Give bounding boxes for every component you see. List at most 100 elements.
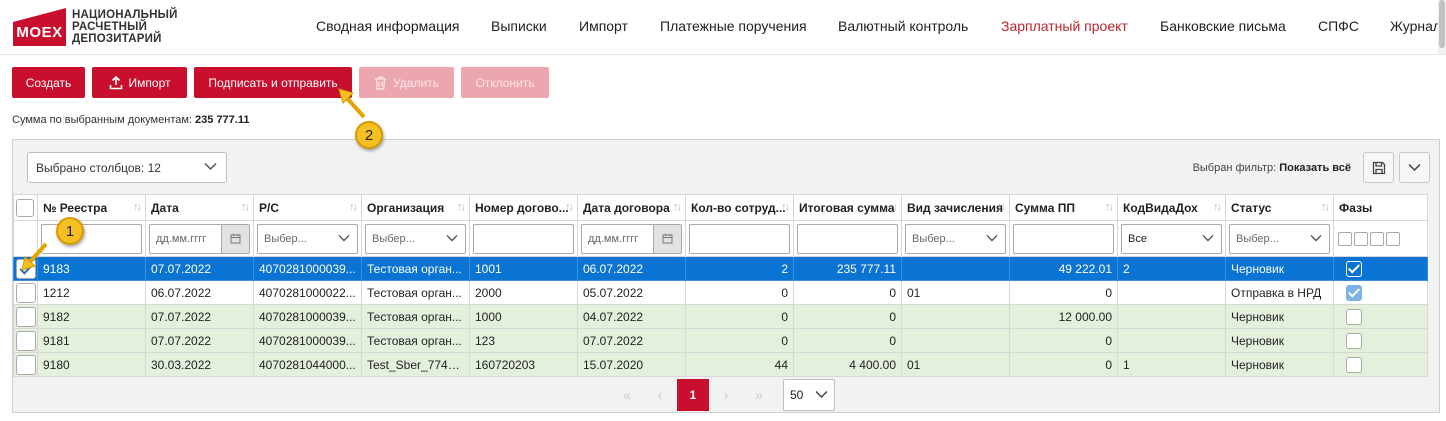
- logo-text: НАЦИОНАЛЬНЫЙ РАСЧЕТНЫЙ ДЕПОЗИТАРИЙ: [72, 9, 178, 45]
- sort-icon[interactable]: ↑↓: [1213, 201, 1222, 213]
- col-contract-date[interactable]: Дата договора ↑↓: [577, 194, 686, 221]
- scrollbar-thumb[interactable]: [1439, 0, 1445, 48]
- phase-checkbox[interactable]: [1346, 332, 1362, 349]
- cell-phases: [1333, 304, 1428, 329]
- filter-org-select[interactable]: Выбер...: [365, 223, 466, 254]
- select-all-checkbox[interactable]: [16, 198, 34, 217]
- nav-item-spfs[interactable]: СПФС: [1318, 18, 1359, 34]
- col-kod[interactable]: КодВидаДох ↑↓: [1117, 194, 1226, 221]
- settings-dropdown-button[interactable]: [1399, 152, 1430, 183]
- select-all-cell: [13, 194, 38, 221]
- phase-checkbox[interactable]: [1346, 260, 1362, 277]
- sort-icon[interactable]: ↑↓: [565, 201, 574, 213]
- filter-sum-pp-input[interactable]: [1013, 223, 1114, 254]
- filter-status-cell: Выбер...: [1225, 220, 1334, 257]
- filter-phases-cell: [1333, 220, 1428, 257]
- columns-selector[interactable]: Выбрано столбцов: 12: [27, 152, 227, 183]
- cell-status: Черновик: [1225, 328, 1334, 353]
- sort-icon[interactable]: ↑↓: [673, 201, 682, 213]
- filter-contract-no-input[interactable]: [473, 223, 574, 254]
- sort-icon[interactable]: ↑↓: [889, 201, 898, 213]
- cell-employees: 2: [685, 256, 794, 281]
- col-employees[interactable]: Кол-во сотруд... ↑↓: [685, 194, 794, 221]
- header-scrollbar[interactable]: [1438, 0, 1446, 55]
- filter-date-input[interactable]: дд.мм.гггг: [149, 223, 250, 254]
- sort-icon[interactable]: ↑↓: [1105, 201, 1114, 213]
- filter-total-input[interactable]: [797, 223, 898, 254]
- filter-status-select[interactable]: Выбер...: [1229, 223, 1330, 254]
- phase-filter-checkbox[interactable]: [1370, 231, 1384, 246]
- sort-icon[interactable]: ↑↓: [241, 201, 250, 213]
- filter-account-select[interactable]: Выбер...: [257, 223, 358, 254]
- phase-filter-checkbox[interactable]: [1354, 231, 1368, 246]
- upload-icon: [109, 75, 122, 89]
- table-row[interactable]: 9181 07.07.2022 4070281000039... Тестова…: [13, 328, 1428, 353]
- table-row[interactable]: 9183 07.07.2022 4070281000039... Тестова…: [13, 256, 1428, 281]
- phase-checkbox[interactable]: [1346, 356, 1362, 373]
- phase-filter-checkbox[interactable]: [1338, 231, 1352, 246]
- cell-total: 0: [793, 304, 902, 329]
- col-sum-pp[interactable]: Сумма ПП ↑↓: [1009, 194, 1118, 221]
- calendar-icon[interactable]: [221, 224, 249, 253]
- reject-button[interactable]: Отклонить: [461, 67, 549, 98]
- filter-contract-date-input[interactable]: дд.мм.гггг: [581, 223, 682, 254]
- col-credit-type[interactable]: Вид зачисления ↑↓: [901, 194, 1010, 221]
- table-row[interactable]: 9182 07.07.2022 4070281000039... Тестова…: [13, 304, 1428, 329]
- col-status[interactable]: Статус ↑↓: [1225, 194, 1334, 221]
- col-date[interactable]: Дата ↑↓: [145, 194, 254, 221]
- nav-item-bank-letters[interactable]: Банковские письма: [1160, 18, 1286, 34]
- row-checkbox[interactable]: [15, 306, 36, 327]
- nav-item-statements[interactable]: Выписки: [491, 18, 547, 34]
- create-button[interactable]: Создать: [12, 67, 85, 98]
- filter-employees-input[interactable]: [689, 223, 790, 254]
- registry-grid: Выбрано столбцов: 12 Выбран фильтр: Пока…: [12, 139, 1440, 413]
- annotation-arrow-2: [338, 88, 366, 119]
- sort-icon[interactable]: ↑↓: [781, 201, 790, 213]
- nav-item-summary[interactable]: Сводная информация: [316, 18, 460, 34]
- filter-kod-select[interactable]: Все: [1121, 223, 1222, 254]
- page-1-button[interactable]: 1: [677, 379, 709, 411]
- sort-icon[interactable]: ↑↓: [457, 201, 466, 213]
- table-row[interactable]: 1212 06.07.2022 4070281000022... Тестова…: [13, 280, 1428, 305]
- cell-account: 4070281000022...: [253, 280, 362, 305]
- sort-icon[interactable]: ↑↓: [997, 201, 1006, 213]
- next-page-button[interactable]: ›: [714, 379, 738, 411]
- nav-item-journal[interactable]: Журнал: [1390, 18, 1441, 34]
- table-row[interactable]: 9180 30.03.2022 4070281044000... Test_Sb…: [13, 352, 1428, 377]
- phase-checkbox[interactable]: [1346, 308, 1362, 325]
- chevron-down-icon: [338, 234, 350, 241]
- save-settings-button[interactable]: [1363, 152, 1394, 183]
- nav-item-salary-project[interactable]: Зарплатный проект: [1001, 18, 1128, 34]
- row-checkbox[interactable]: [15, 282, 36, 303]
- col-reestr[interactable]: № Реестра ↑↓: [37, 194, 146, 221]
- import-button[interactable]: Импорт: [92, 67, 187, 98]
- sort-icon[interactable]: ↑↓: [349, 201, 358, 213]
- phase-filter-checkbox[interactable]: [1386, 231, 1400, 246]
- col-total[interactable]: Итоговая сумма ↑↓: [793, 194, 902, 221]
- nav-item-currency-control[interactable]: Валютный контроль: [838, 18, 968, 34]
- annotation-arrow-1: [21, 242, 48, 271]
- last-page-button[interactable]: »: [747, 379, 771, 411]
- page-size-select[interactable]: 50: [783, 379, 835, 411]
- moex-logo[interactable]: MOEX НАЦИОНАЛЬНЫЙ РАСЧЕТНЫЙ ДЕПОЗИТАРИЙ: [13, 8, 178, 46]
- row-checkbox[interactable]: [15, 354, 36, 375]
- nav-item-payment-orders[interactable]: Платежные поручения: [660, 18, 807, 34]
- col-account[interactable]: Р/С ↑↓: [253, 194, 362, 221]
- col-organization[interactable]: Организация ↑↓: [361, 194, 470, 221]
- col-phases[interactable]: Фазы: [1333, 194, 1428, 221]
- row-checkbox[interactable]: [15, 330, 36, 351]
- calendar-icon[interactable]: [653, 224, 681, 253]
- row-select-cell: [13, 304, 38, 329]
- sort-icon[interactable]: ↑↓: [133, 201, 142, 213]
- first-page-button[interactable]: «: [615, 379, 639, 411]
- cell-sum-pp: 0: [1009, 328, 1118, 353]
- prev-page-button[interactable]: ‹: [648, 379, 672, 411]
- cell-credit-type: 01: [901, 280, 1010, 305]
- col-contract-no[interactable]: Номер догово... ↑↓: [469, 194, 578, 221]
- nav-item-import[interactable]: Импорт: [579, 18, 628, 34]
- sort-icon[interactable]: ↑↓: [1321, 201, 1330, 213]
- cell-phases: [1333, 328, 1428, 353]
- filter-credit-type-select[interactable]: Выбер...: [905, 223, 1006, 254]
- filter-date-cell: дд.мм.гггг: [145, 220, 254, 257]
- sign-and-send-button[interactable]: Подписать и отправить: [194, 67, 352, 98]
